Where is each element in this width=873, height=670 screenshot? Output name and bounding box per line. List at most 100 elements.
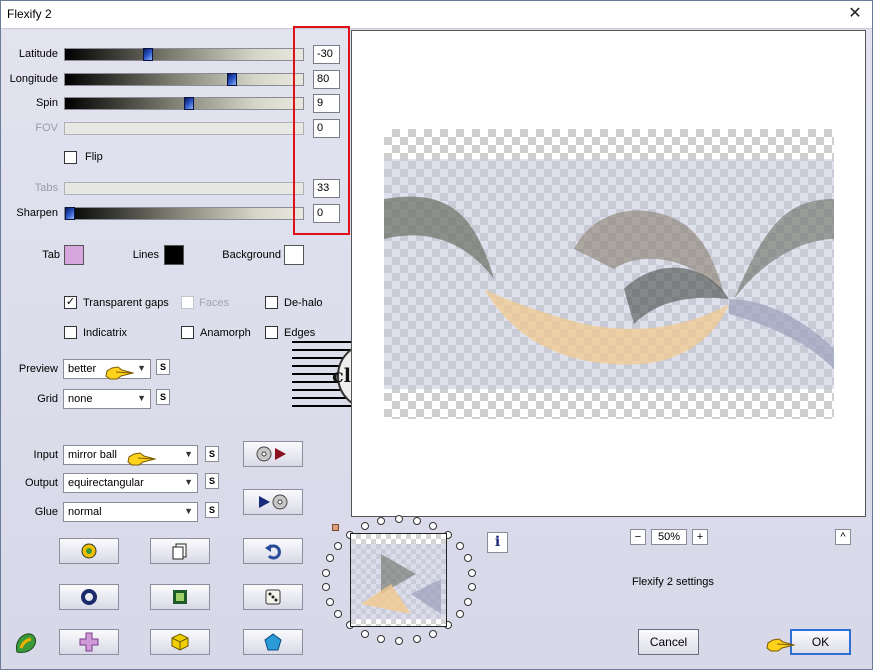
navigator-dot[interactable] bbox=[429, 630, 437, 638]
preview-pane[interactable] bbox=[351, 30, 866, 517]
navigator-dot[interactable] bbox=[456, 542, 464, 550]
navigator-dot[interactable] bbox=[413, 635, 421, 643]
navigator-dot[interactable] bbox=[322, 569, 330, 577]
random-button[interactable] bbox=[243, 584, 303, 610]
edges-checkbox[interactable] bbox=[265, 326, 278, 339]
faces-label: Faces bbox=[199, 297, 229, 309]
load-settings-button[interactable] bbox=[243, 441, 303, 467]
ring-handle[interactable] bbox=[332, 524, 339, 531]
grid-select-value: none bbox=[68, 393, 93, 405]
navigator-dot[interactable] bbox=[334, 542, 342, 550]
slider-thumb[interactable] bbox=[143, 48, 153, 61]
undo-button[interactable] bbox=[243, 538, 303, 564]
glue-select-value: normal bbox=[68, 506, 102, 518]
close-button[interactable]: ✕ bbox=[844, 4, 866, 24]
navigator-dot[interactable] bbox=[413, 517, 421, 525]
slider-latitude[interactable] bbox=[64, 48, 304, 61]
anamorph-checkbox[interactable] bbox=[181, 326, 194, 339]
dice-icon bbox=[265, 589, 281, 605]
preview-label: Preview bbox=[18, 363, 58, 375]
navigator-dot[interactable] bbox=[468, 569, 476, 577]
zoom-in-button[interactable]: + bbox=[692, 529, 708, 545]
tab-color-swatch[interactable] bbox=[64, 245, 84, 265]
navigator-dot[interactable] bbox=[326, 598, 334, 606]
slider-tabs bbox=[64, 182, 304, 195]
save-settings-button[interactable] bbox=[243, 489, 303, 515]
cross-button[interactable] bbox=[59, 629, 119, 655]
de-halo-checkbox[interactable] bbox=[265, 296, 278, 309]
slider-label-tabs: Tabs bbox=[34, 182, 58, 194]
grid-select[interactable]: none ▼ bbox=[63, 389, 151, 409]
indicatrix-label: Indicatrix bbox=[83, 327, 128, 339]
pentagon-button[interactable] bbox=[243, 629, 303, 655]
copy-button[interactable] bbox=[150, 538, 210, 564]
background-color-label: Background bbox=[222, 249, 281, 261]
slider-label-sharpen: Sharpen bbox=[16, 207, 58, 219]
flip-checkbox[interactable] bbox=[64, 151, 77, 164]
faces-checkbox[interactable] bbox=[181, 296, 194, 309]
ok-button[interactable]: OK bbox=[790, 629, 851, 655]
grid-s-button[interactable]: S bbox=[156, 389, 170, 405]
navigator-dot[interactable] bbox=[395, 637, 403, 645]
transparent-gaps-label: Transparent gaps bbox=[83, 297, 169, 309]
anamorph-label: Anamorph bbox=[200, 327, 251, 339]
navigator-dot[interactable] bbox=[468, 583, 476, 591]
flexify-dialog: Flexify 2 ✕ Latitude -30 Longitude 80 Spin 9 F… bbox=[0, 0, 873, 670]
navigator-dot[interactable] bbox=[334, 610, 342, 618]
zoom-out-button[interactable]: − bbox=[630, 529, 646, 545]
pointing-hand-icon bbox=[127, 452, 156, 466]
input-label: Input bbox=[33, 449, 58, 461]
glue-label: Glue bbox=[34, 506, 58, 518]
navigator-dot[interactable] bbox=[464, 554, 472, 562]
pointing-hand-icon bbox=[766, 638, 795, 652]
slider-label-longitude: Longitude bbox=[9, 73, 58, 85]
slider-thumb[interactable] bbox=[227, 73, 237, 86]
slider-longitude[interactable] bbox=[64, 73, 304, 86]
navigator-dot[interactable] bbox=[429, 522, 437, 530]
undo-icon bbox=[265, 544, 281, 560]
chevron-down-icon: ▼ bbox=[184, 477, 193, 487]
cube-button[interactable] bbox=[150, 629, 210, 655]
slider-thumb[interactable] bbox=[184, 97, 194, 110]
info-button[interactable]: i bbox=[487, 532, 508, 553]
navigator-dot[interactable] bbox=[395, 515, 403, 523]
slider-fov bbox=[64, 122, 304, 135]
frame-button[interactable] bbox=[150, 584, 210, 610]
slider-thumb[interactable] bbox=[65, 207, 75, 220]
slider-sharpen[interactable] bbox=[64, 207, 304, 220]
ring-button[interactable] bbox=[59, 584, 119, 610]
navigator-dot[interactable] bbox=[361, 522, 369, 530]
highlight-box bbox=[293, 26, 350, 235]
ring-icon bbox=[81, 589, 97, 605]
glue-s-button[interactable]: S bbox=[205, 502, 219, 518]
preview-s-button[interactable]: S bbox=[156, 359, 170, 375]
navigator-dot[interactable] bbox=[464, 598, 472, 606]
output-s-button[interactable]: S bbox=[205, 473, 219, 489]
slider-spin[interactable] bbox=[64, 97, 304, 110]
color-wheel-icon bbox=[81, 543, 97, 559]
navigator-dot[interactable] bbox=[322, 583, 330, 591]
thumbnail-image bbox=[351, 544, 446, 619]
navigator-dot[interactable] bbox=[326, 554, 334, 562]
input-s-button[interactable]: S bbox=[205, 446, 219, 462]
transparent-gaps-checkbox[interactable]: ✓ bbox=[64, 296, 77, 309]
navigator-dot[interactable] bbox=[361, 630, 369, 638]
indicatrix-checkbox[interactable] bbox=[64, 326, 77, 339]
tab-color-label: Tab bbox=[42, 249, 60, 261]
collapse-button[interactable]: ^ bbox=[835, 529, 851, 545]
input-select-value: mirror ball bbox=[68, 449, 117, 461]
navigator-dot[interactable] bbox=[377, 635, 385, 643]
pointing-hand-icon bbox=[105, 366, 134, 380]
glue-select[interactable]: normal ▼ bbox=[63, 502, 198, 522]
cancel-button[interactable]: Cancel bbox=[638, 629, 699, 655]
lines-color-swatch[interactable] bbox=[164, 245, 184, 265]
chevron-down-icon: ▼ bbox=[137, 363, 146, 373]
navigator-thumbnail[interactable] bbox=[350, 533, 447, 627]
output-select[interactable]: equirectangular ▼ bbox=[63, 473, 198, 493]
flexify-logo-icon bbox=[16, 633, 36, 653]
background-color-swatch[interactable] bbox=[284, 245, 304, 265]
randomize-colors-button[interactable] bbox=[59, 538, 119, 564]
navigator-dot[interactable] bbox=[377, 517, 385, 525]
window-title: Flexify 2 bbox=[7, 7, 52, 21]
navigator-dot[interactable] bbox=[456, 610, 464, 618]
